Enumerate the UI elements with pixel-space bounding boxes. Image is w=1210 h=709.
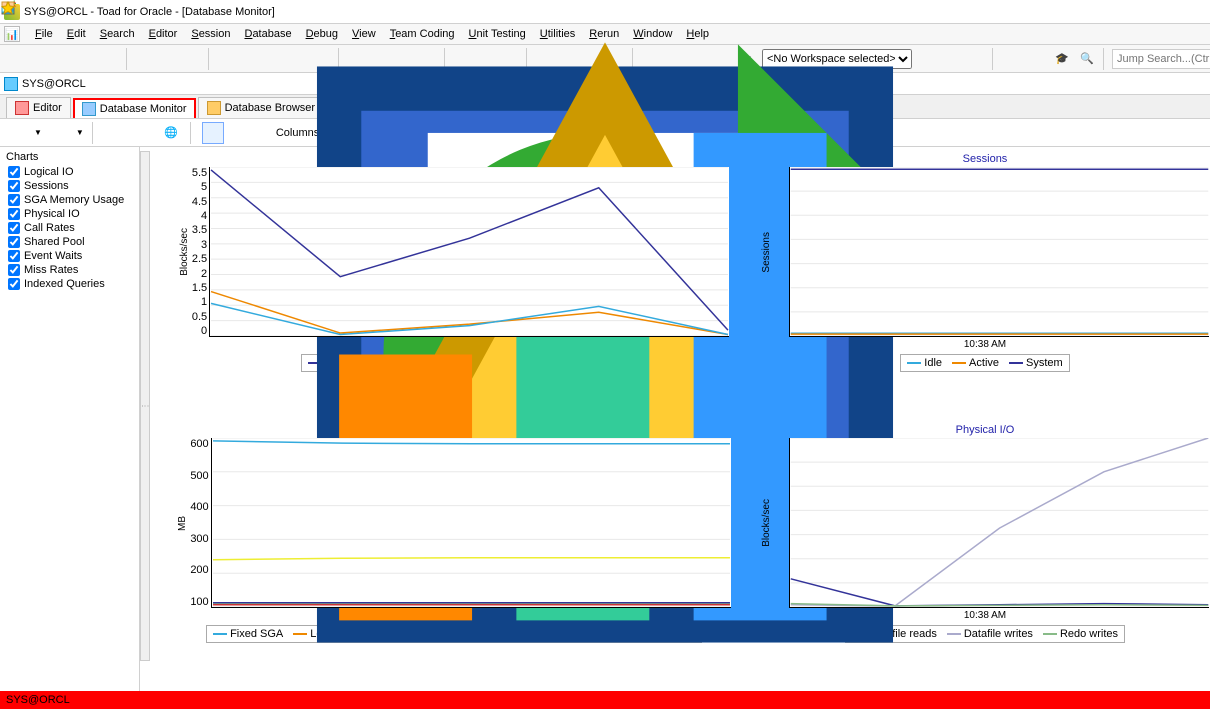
y-axis-label: Sessions: [761, 232, 772, 273]
monitor-toolbar: ▼ ▼ ! 🌐 Columns: ▲▼ Rows: ▲▼: [0, 119, 1210, 147]
plot-area: [789, 167, 1209, 337]
y-axis-label: Blocks/sec: [179, 228, 190, 276]
y-axis-label: Blocks/sec: [761, 499, 772, 547]
plot-area: [789, 438, 1209, 608]
plot-area: [211, 438, 731, 608]
plot-area: [209, 167, 729, 337]
chart-settings-button[interactable]: [202, 122, 224, 144]
y-axis-label: MB: [177, 516, 188, 531]
